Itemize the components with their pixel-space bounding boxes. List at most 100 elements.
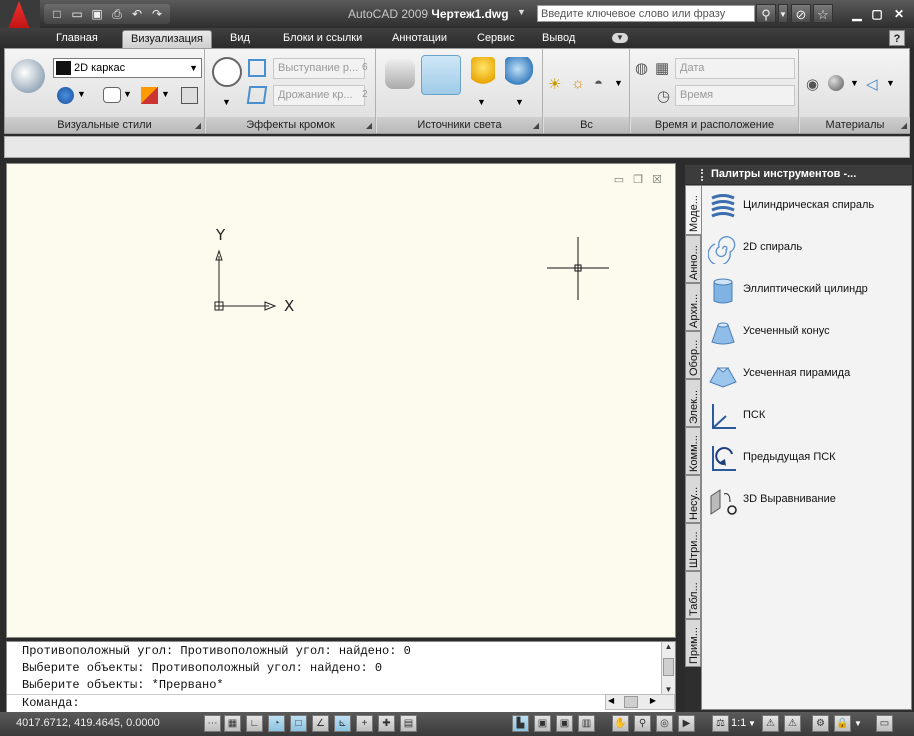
coordinates-readout[interactable]: 4017.6712, 419.4645, 0.0000 [16,717,160,729]
edge-jitter-field[interactable]: Дрожание кр... [273,85,365,106]
palette-item-3d-align[interactable]: 3D Выравнивание [708,484,908,518]
lineweight-icon[interactable]: ✚ [378,715,395,732]
close-icon[interactable]: ✕ [890,6,908,22]
tab-tools[interactable]: Сервис [471,30,521,48]
lock-icon[interactable]: 🔒 [834,715,851,732]
scroll-down-icon[interactable]: ▼ [662,685,675,694]
chevron-down-icon[interactable]: ▼ [854,719,862,728]
scroll-right-icon[interactable]: ▶ [650,696,656,705]
color-mode-icon[interactable] [141,87,158,104]
clean-screen-icon[interactable]: ▭ [876,715,893,732]
annotation-scale-value[interactable]: 1:1 [731,717,746,729]
palette-item-helix[interactable]: Цилиндрическая спираль [708,190,908,224]
command-input[interactable]: Команда: [7,694,607,712]
chevron-down-icon[interactable]: ▼ [222,97,242,117]
palette-item-elliptic-cylinder[interactable]: Эллиптический цилиндр [708,274,908,308]
palette-item-frustum-cone[interactable]: Усеченный конус [708,316,908,350]
drawing-canvas[interactable]: ▭ ❐ ☒ Y X [6,163,676,638]
dynamic-input-icon[interactable]: + [356,715,373,732]
new-icon[interactable]: □ [48,5,66,23]
edge-overhang-field[interactable]: Выступание р... [273,58,365,79]
polar-tracking-icon[interactable]: ◔ [268,715,285,732]
face-style-icon[interactable] [103,87,121,103]
annotation-visibility-icon[interactable]: ⚠ [762,715,779,732]
pan-icon[interactable]: ✋ [612,715,629,732]
quick-properties-icon[interactable]: ▤ [400,715,417,732]
communication-center-icon[interactable]: ⊘ [791,4,811,23]
scroll-thumb[interactable] [624,696,638,708]
search-dropdown-icon[interactable]: ▼ [778,4,788,23]
tab-view[interactable]: Вид [224,30,256,48]
tab-annotate[interactable]: Аннотации [386,30,453,48]
object-snap-icon[interactable]: □ [290,715,307,732]
material-mapping-icon[interactable]: ◁ [866,75,886,95]
open-icon[interactable]: ▭ [68,5,86,23]
materials-browser-icon[interactable]: ◉ [806,75,826,95]
tab-blocks-references[interactable]: Блоки и ссылки [277,30,368,48]
point-light-icon[interactable] [471,57,495,87]
chevron-down-icon[interactable]: ▼ [161,89,181,109]
edge-sphere-icon[interactable] [212,57,242,87]
favorites-icon[interactable]: ☆ [813,4,833,23]
save-icon[interactable]: ▣ [88,5,106,23]
chevron-down-icon[interactable]: ▼ [886,78,906,98]
palette-tab-annotation[interactable]: Анно... [685,235,701,283]
calendar-icon[interactable]: ▦ [655,59,675,79]
panel-dialog-launcher-icon[interactable]: ◢ [533,121,539,130]
edge-overhang-icon[interactable] [248,59,266,77]
chevron-down-icon[interactable]: ▼ [123,89,143,109]
visual-styles-manager-icon[interactable] [11,59,45,93]
object-snap-tracking-icon[interactable]: ∠ [312,715,329,732]
palette-item-ucs-previous[interactable]: Предыдущая ПСК [708,442,908,476]
scroll-up-icon[interactable]: ▲ [662,642,675,651]
material-sphere-icon[interactable] [57,87,74,104]
showmotion-icon[interactable]: ▶ [678,715,695,732]
tab-output[interactable]: Вывод [536,30,581,48]
time-field[interactable]: Время [675,85,795,106]
scroll-left-icon[interactable]: ◀ [608,696,614,705]
default-lighting-icon[interactable] [505,57,533,87]
command-scrollbar[interactable]: ▲ ▼ [661,642,675,694]
search-icon[interactable]: ⚲ [756,4,776,23]
palette-tab-tables[interactable]: Табл... [685,571,701,619]
panel-dialog-launcher-icon[interactable]: ◢ [366,121,372,130]
panel-dialog-launcher-icon[interactable]: ◢ [901,121,907,130]
sun-status-icon[interactable]: ☼ [571,75,591,95]
grid-display-icon[interactable]: ▦ [224,715,241,732]
chevron-down-icon[interactable]: ▼ [77,89,97,109]
workspace-switching-icon[interactable]: ⚙ [812,715,829,732]
title-dropdown-icon[interactable]: ▼ [517,7,526,17]
chevron-down-icon[interactable]: ▼ [515,97,535,117]
palette-tab-modeling[interactable]: Моде... [685,185,701,235]
ortho-mode-icon[interactable]: ∟ [246,715,263,732]
palette-item-frustum-pyramid[interactable]: Усеченная пирамида [708,358,908,392]
palette-tab-structural[interactable]: Несу... [685,475,701,523]
minimize-icon[interactable]: ▁ [848,6,866,22]
palette-tab-hatches[interactable]: Штри... [685,523,701,571]
palette-tab-architectural[interactable]: Архи... [685,283,701,331]
sky-background-icon[interactable]: ◓ [594,75,614,95]
annotation-scale-icon[interactable]: ⚖ [712,715,729,732]
snap-mode-icon[interactable]: ⋯ [204,715,221,732]
command-hscrollbar[interactable]: ◀ ▶ [605,694,675,710]
dynamic-ucs-icon[interactable]: ⊾ [334,715,351,732]
search-input[interactable] [537,5,755,22]
undo-icon[interactable]: ↶ [128,5,146,23]
sun-settings-icon[interactable]: ☀ [548,75,568,95]
layout1-icon[interactable]: ▣ [534,715,551,732]
date-field[interactable]: Дата [675,58,795,79]
minimize-ribbon-icon[interactable]: ▼ [612,33,628,43]
palette-tab-mechanical[interactable]: Обор... [685,331,701,379]
redo-icon[interactable]: ↷ [148,5,166,23]
layout2-icon[interactable]: ▣ [556,715,573,732]
auto-scale-icon[interactable]: ⚠ [784,715,801,732]
tab-home[interactable]: Главная [50,30,104,48]
spotlight-icon[interactable] [421,55,461,95]
panel-dialog-launcher-icon[interactable]: ◢ [195,121,201,130]
palette-item-spiral[interactable]: 2D спираль [708,232,908,266]
zoom-icon[interactable]: ⚲ [634,715,651,732]
clock-icon[interactable]: ◷ [657,87,677,107]
palette-grip-icon[interactable] [701,169,705,181]
palette-tab-civil[interactable]: Комм... [685,427,701,475]
help-icon[interactable]: ? [889,30,905,46]
